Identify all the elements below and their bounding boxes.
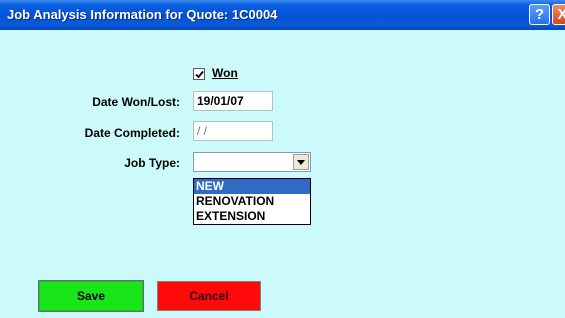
- won-label[interactable]: Won: [212, 66, 238, 80]
- checkmark-icon: [195, 70, 204, 79]
- close-button[interactable]: X: [552, 4, 565, 25]
- won-label-text: Won: [212, 66, 238, 80]
- job-type-select[interactable]: [193, 152, 311, 172]
- save-button[interactable]: Save: [38, 280, 144, 312]
- cancel-button-label: Cancel: [189, 289, 229, 303]
- job-type-option-extension[interactable]: EXTENSION: [194, 209, 310, 224]
- date-won-lost-field[interactable]: 19/01/07: [193, 91, 273, 111]
- help-button[interactable]: ?: [529, 4, 550, 25]
- date-completed-label: Date Completed:: [84, 126, 180, 140]
- date-completed-field[interactable]: / /: [193, 121, 273, 141]
- dropdown-arrow-button[interactable]: [293, 154, 309, 170]
- cancel-button[interactable]: Cancel: [157, 281, 261, 311]
- save-button-label: Save: [76, 289, 106, 303]
- job-type-option-renovation[interactable]: RENOVATION: [194, 194, 310, 209]
- chevron-down-icon: [297, 159, 305, 165]
- close-icon: X: [557, 6, 565, 23]
- title-bar[interactable]: Job Analysis Information for Quote: 1C00…: [0, 0, 565, 30]
- date-won-lost-label: Date Won/Lost:: [92, 95, 180, 109]
- won-checkbox[interactable]: [193, 68, 205, 80]
- job-type-label: Job Type:: [124, 156, 180, 170]
- job-type-dropdown-list[interactable]: NEW RENOVATION EXTENSION: [193, 178, 311, 225]
- job-type-option-new[interactable]: NEW: [194, 179, 310, 194]
- window-title: Job Analysis Information for Quote: 1C00…: [7, 7, 278, 22]
- help-icon: ?: [534, 6, 545, 23]
